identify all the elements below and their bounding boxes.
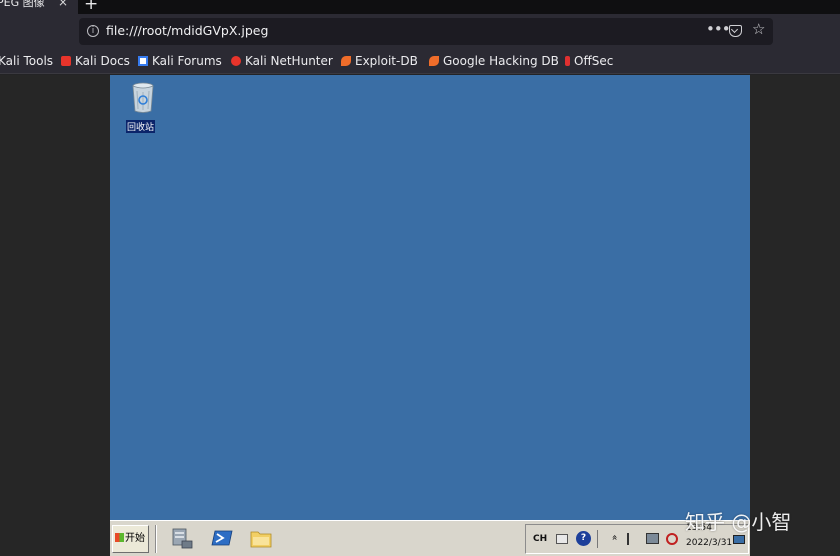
recycle-bin-icon: [132, 82, 154, 113]
tab-title: PEG 图像: [0, 0, 45, 9]
bookmark-label: Kali Docs: [75, 54, 130, 68]
help-icon[interactable]: ?: [576, 531, 591, 546]
kali-forums-icon: [138, 56, 148, 66]
screen: PEG 图像 × + i file:///root/mdidGVpX.jpeg …: [0, 0, 840, 556]
tray-grip-icon[interactable]: [597, 530, 603, 548]
server-manager-icon[interactable]: [170, 526, 194, 550]
file-explorer-icon[interactable]: [249, 526, 273, 550]
more-actions-icon[interactable]: •••: [706, 20, 731, 38]
bookmark-label: Exploit-DB: [355, 54, 418, 68]
tab-strip: PEG 图像 × +: [0, 0, 840, 14]
clock-date[interactable]: 2022/3/31: [686, 538, 732, 548]
bookmark-exploit-db[interactable]: Exploit-DB: [341, 54, 418, 68]
new-tab-icon[interactable]: +: [84, 0, 98, 14]
start-button[interactable]: 开始: [112, 525, 149, 553]
ime-indicator[interactable]: CH: [533, 534, 547, 544]
tab-close-icon[interactable]: ×: [58, 0, 68, 8]
keyboard-icon[interactable]: [556, 534, 568, 544]
exploit-db-icon: [341, 56, 351, 66]
bookmark-label: Kali Tools: [0, 54, 54, 68]
navigation-toolbar: i file:///root/mdidGVpX.jpeg ••• ☆: [0, 14, 840, 50]
zhihu-watermark: 知乎 @小智: [685, 510, 792, 534]
offsec-icon: [565, 56, 570, 66]
url-bar[interactable]: i file:///root/mdidGVpX.jpeg ••• ☆: [79, 18, 773, 45]
bookmark-kali-forums[interactable]: Kali Forums: [138, 54, 222, 68]
taskbar-separator: [155, 525, 157, 553]
action-center-flag-icon[interactable]: [627, 533, 639, 545]
bookmark-kali-docs[interactable]: Kali Docs: [61, 54, 130, 68]
bookmark-label: Kali NetHunter: [245, 54, 333, 68]
bookmark-label: Kali Forums: [152, 54, 222, 68]
recycle-bin-label: 回收站: [126, 120, 156, 133]
windows-logo-icon: [115, 533, 124, 542]
info-icon[interactable]: i: [87, 25, 99, 37]
bookmark-offsec[interactable]: OffSec: [565, 54, 613, 68]
bookmark-label: Google Hacking DB: [443, 54, 559, 68]
powershell-icon[interactable]: [210, 526, 234, 550]
kali-nethunter-icon: [231, 56, 241, 66]
pocket-icon[interactable]: [729, 25, 742, 37]
show-desktop-icon[interactable]: [733, 535, 745, 544]
google-hacking-db-icon: [429, 56, 439, 66]
tray-expand-icon[interactable]: »: [610, 534, 621, 540]
bookmark-kali-tools[interactable]: Kali Tools: [0, 54, 53, 68]
bookmark-kali-nethunter[interactable]: Kali NetHunter: [231, 54, 333, 68]
bookmarks-bar: Kali Tools Kali Docs Kali Forums Kali Ne…: [0, 50, 840, 74]
kali-docs-icon: [61, 56, 71, 66]
start-label: 开始: [125, 533, 145, 544]
windows-taskbar: 开始 CH ? » 13:54 2022/3/31: [110, 520, 750, 556]
network-icon[interactable]: [646, 533, 659, 544]
bookmark-label: OffSec: [574, 54, 614, 68]
desktop-screenshot: [110, 75, 750, 520]
volume-muted-icon[interactable]: [666, 533, 678, 545]
url-text[interactable]: file:///root/mdidGVpX.jpeg: [106, 23, 268, 38]
tab-image[interactable]: PEG 图像 ×: [0, 0, 78, 14]
bookmark-google-hacking-db[interactable]: Google Hacking DB: [429, 54, 559, 68]
bookmark-star-icon[interactable]: ☆: [752, 20, 765, 38]
